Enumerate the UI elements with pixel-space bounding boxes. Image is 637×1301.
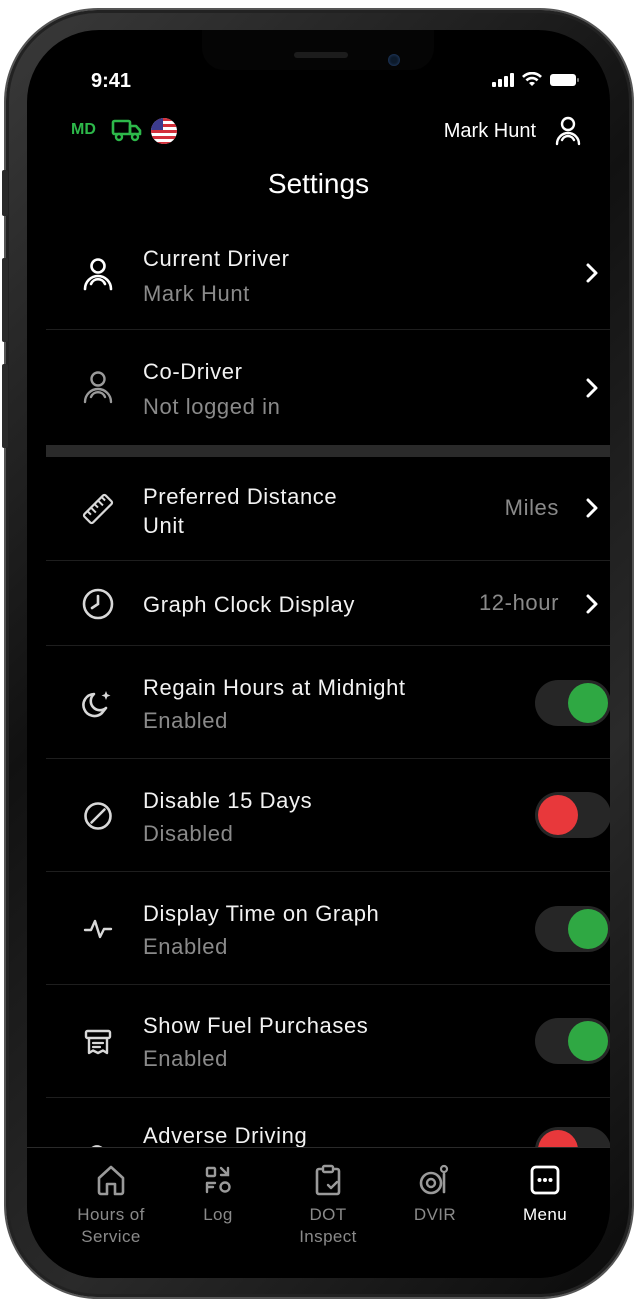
show-fuel-toggle[interactable] [535, 1018, 610, 1064]
tab-label-line1: Log [203, 1205, 233, 1224]
tab-label-line2: Inspect [299, 1227, 357, 1246]
current-driver-row[interactable]: Current Driver Mark Hunt [46, 218, 610, 330]
section-divider [46, 445, 610, 457]
pulse-icon [80, 911, 116, 947]
ruler-icon [80, 491, 116, 527]
show-fuel-label: Show Fuel Purchases [143, 1013, 369, 1038]
tab-log[interactable]: Log [168, 1162, 268, 1226]
status-time: 9:41 [91, 70, 132, 92]
chevron-right-icon [586, 263, 598, 283]
user-icon[interactable] [554, 116, 582, 146]
co-driver-icon [80, 369, 116, 405]
log-icon [168, 1162, 268, 1198]
tab-dvir[interactable]: DVIR [385, 1162, 485, 1226]
page-title: Settings [267, 168, 370, 199]
dvir-icon [385, 1162, 485, 1198]
wifi-icon [522, 72, 542, 86]
clipboard-icon [278, 1162, 378, 1198]
distance-unit-row[interactable]: Preferred Distance Unit Miles [46, 457, 610, 561]
receipt-icon [80, 1024, 116, 1060]
tab-bar: Hours of Service Log DOT Inspect DVIR Me… [27, 1147, 610, 1278]
volume-down-button [2, 364, 8, 448]
moon-icon [80, 685, 116, 721]
chevron-right-icon [586, 378, 598, 398]
graph-clock-row[interactable]: Graph Clock Display 12-hour [46, 562, 610, 646]
tab-menu[interactable]: Menu [495, 1162, 595, 1226]
co-driver-label: Co-Driver [143, 359, 243, 384]
clock-icon [80, 586, 116, 622]
toggle-knob [568, 909, 608, 949]
disable-15-days-row: Disable 15 Days Disabled [46, 760, 610, 872]
distance-unit-label-line1: Preferred Distance [143, 484, 338, 509]
header-user-name[interactable]: Mark Hunt [444, 120, 536, 143]
regain-hours-toggle[interactable] [535, 680, 610, 726]
show-fuel-status: Enabled [143, 1046, 228, 1071]
tab-label-line1: DOT [309, 1205, 347, 1224]
distance-unit-value: Miles [504, 495, 559, 520]
us-flag-icon [151, 118, 177, 144]
current-driver-label: Current Driver [143, 246, 290, 271]
toggle-knob [538, 795, 578, 835]
volume-up-button [2, 258, 8, 342]
regain-hours-row: Regain Hours at Midnight Enabled [46, 647, 610, 759]
status-icons [492, 72, 580, 87]
display-time-graph-row: Display Time on Graph Enabled [46, 873, 610, 985]
regain-hours-label: Regain Hours at Midnight [143, 675, 406, 700]
tab-label-line1: Menu [522, 1205, 568, 1224]
distance-unit-label-line2: Unit [143, 513, 185, 538]
co-driver-row[interactable]: Co-Driver Not logged in [46, 331, 610, 443]
display-time-graph-status: Enabled [143, 934, 228, 959]
truck-icon [111, 119, 142, 142]
signal-icon [492, 72, 514, 87]
tab-label-line2: Service [81, 1227, 141, 1246]
disable-15-days-toggle[interactable] [535, 792, 610, 838]
current-driver-value: Mark Hunt [143, 281, 250, 306]
mute-switch [2, 170, 8, 216]
jurisdiction-badge: MD [71, 121, 96, 138]
tab-dot-inspect[interactable]: DOT Inspect [278, 1162, 378, 1248]
screen: 9:41 MD Mark Hunt Settings Current Drive… [27, 30, 610, 1278]
graph-clock-label: Graph Clock Display [143, 592, 355, 617]
driver-icon [80, 256, 116, 292]
graph-clock-value: 12-hour [478, 590, 559, 615]
tab-label-line1: Hours of [77, 1205, 145, 1224]
battery-icon [550, 73, 579, 86]
chevron-right-icon [586, 498, 598, 518]
disable-15-days-status: Disabled [143, 821, 234, 846]
display-time-graph-toggle[interactable] [535, 906, 610, 952]
chevron-right-icon [586, 594, 598, 614]
top-row: MD Mark Hunt [71, 116, 582, 146]
adverse-driving-label: Adverse Driving [143, 1123, 308, 1148]
block-icon [80, 798, 116, 834]
disable-15-days-label: Disable 15 Days [143, 788, 313, 813]
co-driver-value: Not logged in [143, 394, 281, 419]
front-camera [388, 54, 400, 66]
speaker [294, 52, 348, 58]
notch [202, 30, 434, 70]
regain-hours-status: Enabled [143, 708, 228, 733]
menu-icon [495, 1162, 595, 1198]
display-time-graph-label: Display Time on Graph [143, 901, 380, 926]
tab-label-line1: DVIR [413, 1205, 457, 1224]
show-fuel-row: Show Fuel Purchases Enabled [46, 986, 610, 1098]
toggle-knob [568, 683, 608, 723]
tab-hours-of-service[interactable]: Hours of Service [61, 1162, 161, 1248]
home-icon [61, 1162, 161, 1198]
toggle-knob [568, 1021, 608, 1061]
